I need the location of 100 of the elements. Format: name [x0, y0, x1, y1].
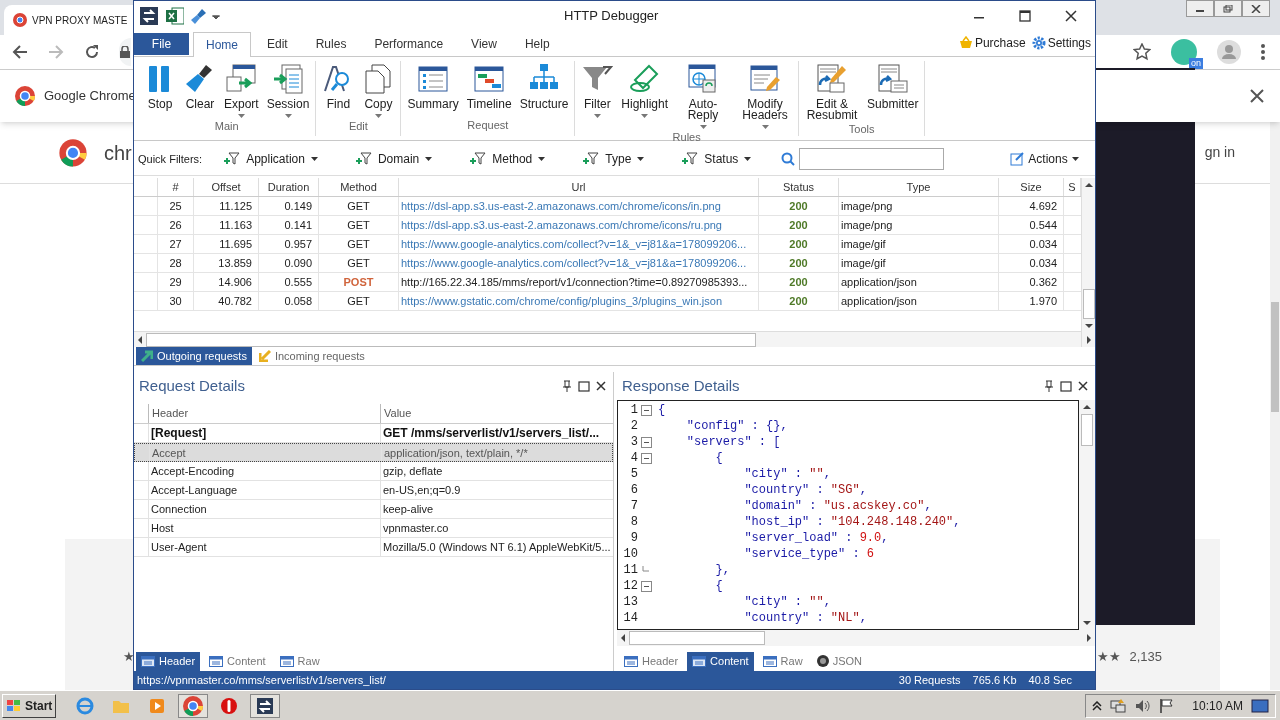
ribbon-button[interactable]: Modify Headers — [736, 60, 795, 129]
search-field[interactable] — [799, 148, 945, 171]
settings-button[interactable]: Settings — [1031, 33, 1091, 52]
column-header[interactable]: Offset — [194, 177, 259, 196]
close-icon[interactable] — [1063, 7, 1079, 24]
ribbon-tab[interactable]: Edit — [255, 31, 300, 56]
scrollbar-thumb[interactable] — [1271, 302, 1279, 412]
list-tab[interactable]: Incoming requests — [253, 347, 370, 366]
maximize-icon[interactable] — [578, 380, 590, 393]
ribbon-button[interactable]: Find — [320, 60, 357, 118]
address-bar[interactable] — [119, 38, 131, 66]
minimize-button[interactable] — [1186, 0, 1214, 17]
panel-tab[interactable]: Raw — [757, 651, 808, 671]
filter-dropdown[interactable]: Domain — [355, 150, 433, 169]
caret-icon — [237, 113, 245, 118]
ribbon-tab[interactable]: Help — [512, 31, 562, 56]
ribbon-button[interactable]: Stop — [142, 60, 178, 118]
file-menu-tab[interactable]: File — [134, 32, 189, 55]
brush-icon[interactable] — [190, 6, 208, 25]
chevron-up-icon[interactable] — [1092, 700, 1103, 711]
star-icon[interactable] — [1133, 43, 1151, 61]
filter-dropdown[interactable]: Status — [682, 150, 752, 169]
ribbon-button[interactable]: Filter — [579, 60, 616, 129]
column-header[interactable]: Size — [999, 177, 1064, 196]
spreadsheet-icon[interactable] — [166, 6, 184, 25]
header-row[interactable]: Accept-Language en-US,en;q=0.9 — [134, 481, 613, 501]
start-button[interactable]: Start — [2, 693, 57, 718]
dropdown-icon[interactable] — [212, 12, 220, 19]
pin-icon[interactable] — [1044, 380, 1054, 393]
column-header[interactable]: Method — [319, 177, 399, 196]
close-icon[interactable] — [1250, 89, 1264, 103]
panel-tab[interactable]: Header — [136, 651, 201, 671]
panel-tab[interactable]: Content — [687, 651, 754, 671]
column-header[interactable]: Type — [839, 177, 999, 196]
header-row[interactable]: Connection keep-alive — [134, 500, 613, 520]
ribbon-button[interactable]: Submitter — [865, 60, 921, 121]
panel-tab[interactable]: Header — [619, 651, 684, 671]
pencil-window-icon — [816, 62, 849, 95]
table-cell: 200 — [759, 253, 839, 272]
ribbon-button[interactable]: Auto-Reply — [674, 60, 733, 129]
collapse-icon[interactable] — [640, 452, 652, 464]
ribbon-button[interactable]: Copy — [360, 60, 397, 118]
ribbon-tab[interactable]: Home — [193, 31, 251, 57]
close-button[interactable] — [1242, 0, 1270, 17]
maximize-icon[interactable] — [1060, 380, 1072, 393]
ribbon-button[interactable]: Highlight — [619, 60, 671, 129]
scrollbar-thumb[interactable] — [629, 631, 765, 646]
restore-button[interactable] — [1214, 0, 1242, 17]
app-icon[interactable] — [140, 6, 158, 25]
column-header[interactable]: # — [158, 177, 194, 196]
filter-dropdown[interactable]: Method — [470, 150, 546, 169]
back-icon[interactable] — [12, 44, 28, 60]
arrow-down-left-icon — [258, 350, 271, 363]
header-row[interactable]: Accept application/json, text/plain, */* — [134, 443, 613, 463]
ribbon-button[interactable]: Session — [264, 60, 312, 118]
panel-tab[interactable]: Raw — [274, 651, 325, 671]
close-icon[interactable] — [596, 381, 606, 392]
network-icon[interactable] — [1110, 697, 1127, 714]
ribbon-button[interactable]: Summary — [405, 60, 461, 118]
ribbon-button[interactable]: Timeline — [464, 60, 514, 118]
panel-tab[interactable]: JSON — [811, 651, 867, 671]
actions-dropdown[interactable]: Actions — [1010, 150, 1079, 169]
column-header[interactable]: Url — [399, 177, 759, 196]
ribbon-tab[interactable]: View — [459, 31, 509, 56]
collapse-icon[interactable] — [640, 436, 652, 448]
flag-icon[interactable] — [1158, 697, 1175, 714]
header-row[interactable]: User-Agent Mozilla/5.0 (Windows NT 6.1) AppleWebKit/5... — [134, 538, 613, 558]
column-header[interactable]: Duration — [259, 177, 319, 196]
filter-dropdown[interactable]: Type — [583, 150, 645, 169]
ribbon-tab[interactable]: Rules — [303, 31, 359, 56]
menu-icon[interactable] — [1261, 44, 1265, 60]
collapse-icon[interactable] — [640, 580, 652, 592]
column-header[interactable]: Header — [148, 404, 380, 424]
code-editor[interactable] — [617, 400, 1079, 631]
taskbar-button[interactable] — [250, 693, 281, 718]
column-header[interactable]: Value — [380, 404, 613, 424]
panel-tab[interactable]: Content — [204, 651, 271, 671]
ribbon-button[interactable]: Export — [222, 60, 261, 118]
purchase-button[interactable]: Purchase — [958, 33, 1026, 52]
ribbon-button[interactable]: Structure — [517, 60, 571, 118]
header-row[interactable]: Accept-Encoding gzip, deflate — [134, 462, 613, 482]
ribbon-button[interactable]: Edit & Resubmit — [803, 60, 862, 121]
ribbon-tab[interactable]: Performance — [362, 31, 456, 56]
sign-in-link[interactable]: gn in — [1204, 142, 1235, 163]
show-desktop-icon[interactable] — [1251, 698, 1269, 713]
avatar-icon[interactable] — [1217, 40, 1241, 64]
scrollbar-thumb[interactable] — [146, 332, 756, 347]
column-header[interactable]: Status — [759, 177, 839, 196]
list-tab[interactable]: Outgoing requests — [136, 347, 252, 366]
reload-icon[interactable] — [84, 44, 100, 60]
collapse-icon[interactable] — [640, 404, 652, 416]
ribbon-button[interactable]: Clear — [182, 60, 218, 118]
header-row[interactable]: Host vpnmaster.co — [134, 519, 613, 539]
caret-icon — [425, 157, 433, 162]
close-icon[interactable] — [1078, 381, 1088, 392]
filter-dropdown[interactable]: Application — [224, 150, 318, 169]
scrollbar-thumb[interactable] — [1082, 289, 1095, 320]
maximize-icon[interactable] — [1017, 7, 1033, 24]
pin-icon[interactable] — [562, 380, 572, 393]
scrollbar-thumb[interactable] — [1081, 414, 1093, 447]
